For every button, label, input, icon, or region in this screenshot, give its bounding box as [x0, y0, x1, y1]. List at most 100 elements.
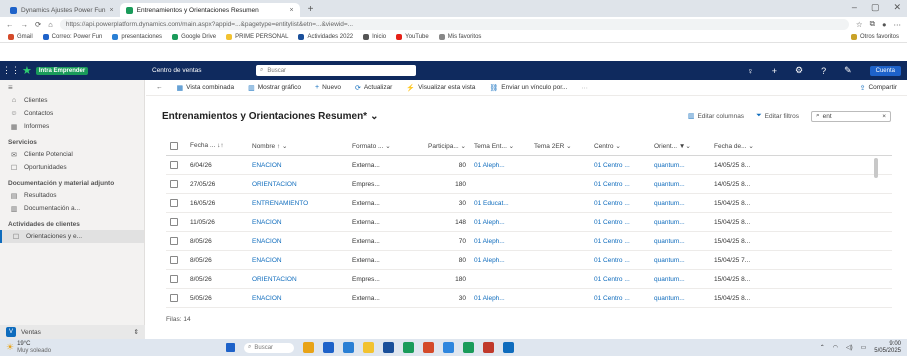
table-cell-link[interactable]: quantum...	[650, 162, 710, 169]
home-icon[interactable]: ⌂	[48, 20, 53, 29]
row-select-cell[interactable]	[166, 161, 186, 169]
table-cell-link[interactable]: ENACION	[248, 162, 348, 169]
row-select-cell[interactable]	[166, 218, 186, 226]
row-select-cell[interactable]	[166, 237, 186, 245]
sidebar-item-oportunidades[interactable]: ☐ Oportunidades	[0, 161, 144, 174]
row-checkbox[interactable]	[170, 275, 178, 283]
bookmark-item[interactable]: Mis favoritos	[438, 33, 481, 40]
table-cell-link[interactable]: quantum...	[650, 257, 710, 264]
bookmark-item[interactable]: PRIME PERSONAL	[226, 33, 288, 40]
grid-scrollbar[interactable]	[874, 158, 878, 178]
menu-dots-icon[interactable]: ⋯	[894, 20, 902, 29]
more-commands-icon[interactable]: ⋯	[581, 84, 588, 92]
area-switcher[interactable]: V Ventas ⇕	[0, 325, 145, 339]
windows-start-icon[interactable]	[226, 343, 235, 352]
table-cell-link[interactable]: quantum...	[650, 200, 710, 207]
bookmark-item[interactable]: Google Drive	[172, 33, 216, 40]
url-field[interactable]: https://api.powerplatform.dynamics.com/m…	[59, 18, 849, 30]
row-checkbox[interactable]	[170, 161, 178, 169]
favorite-star-icon[interactable]: ☆	[856, 20, 863, 29]
table-cell-link[interactable]: quantum...	[650, 238, 710, 245]
profile-icon[interactable]: ●	[882, 20, 887, 29]
column-header[interactable]: Fecha ... ↓↑	[186, 142, 248, 149]
browser-tab-active[interactable]: Entrenamientos y Orientaciones Resumen ×	[119, 3, 300, 17]
table-row[interactable]: 11/05/26 ENACION Externa... 148 01 Aleph... 0…	[166, 213, 892, 232]
column-header[interactable]: Orient... ▼⌄	[650, 142, 710, 150]
table-cell-link[interactable]: ORIENTACION	[248, 181, 348, 188]
new-icon[interactable]: +	[772, 66, 777, 76]
user-account-button[interactable]: Cuenta	[869, 65, 901, 76]
pinned-app-icon[interactable]	[363, 342, 374, 353]
row-checkbox[interactable]	[170, 199, 178, 207]
pinned-app-icon[interactable]	[483, 342, 494, 353]
pinned-app-icon[interactable]	[443, 342, 454, 353]
table-row[interactable]: 8/05/26 ENACION Externa... 70 01 Aleph... 01 …	[166, 232, 892, 251]
row-checkbox[interactable]	[170, 256, 178, 264]
table-row[interactable]: 16/05/26 ENTRENAMIENTO Externa... 30 01 Educ…	[166, 194, 892, 213]
cmd-nuevo[interactable]: + Nuevo	[315, 84, 341, 91]
select-all-cell[interactable]	[166, 141, 186, 150]
table-cell-link[interactable]: ORIENTACION	[248, 276, 348, 283]
bookmark-item[interactable]: Inicio	[363, 33, 386, 40]
pinned-app-icon[interactable]	[323, 342, 334, 353]
browser-tab[interactable]: Dynamics Ajustes Power Fun ×	[4, 3, 120, 17]
sidebar-item-clientes[interactable]: ⌂ Clientes	[0, 94, 144, 107]
volume-icon[interactable]: ◁)	[846, 344, 853, 351]
table-cell-link[interactable]: 01 Centro ...	[590, 219, 650, 226]
chevron-up-icon[interactable]: ⌃	[820, 344, 825, 351]
pinned-app-icon[interactable]	[503, 342, 514, 353]
cmd-actualizar[interactable]: ⟳ Actualizar	[355, 84, 392, 92]
edit-columns-button[interactable]: ▥ Editar columnas	[688, 112, 744, 121]
sidebar-item-cliente-potencial[interactable]: ✉ Cliente Potencial	[0, 148, 144, 161]
row-select-cell[interactable]	[166, 199, 186, 207]
table-row[interactable]: 8/05/26 ORIENTACION Empres... 180 01 Centro …	[166, 270, 892, 289]
row-select-cell[interactable]	[166, 180, 186, 188]
table-cell-link[interactable]: 01 Centro ...	[590, 200, 650, 207]
row-checkbox[interactable]	[170, 237, 178, 245]
table-cell-link[interactable]: 01 Aleph...	[470, 257, 530, 264]
reload-icon[interactable]: ⟳	[35, 20, 41, 29]
table-cell-link[interactable]: quantum...	[650, 181, 710, 188]
sidebar-item-documentacion[interactable]: ▥ Documentación a...	[0, 202, 144, 215]
help-icon[interactable]: ?	[821, 66, 826, 76]
table-row[interactable]: 27/05/26 ORIENTACION Empres... 180 01 Centro…	[166, 175, 892, 194]
app-logo[interactable]: ★ Intra Emprender	[22, 64, 146, 77]
row-select-cell[interactable]	[166, 294, 186, 302]
pinned-app-icon[interactable]	[303, 342, 314, 353]
column-header[interactable]: Centro ⌄	[590, 142, 650, 150]
table-cell-link[interactable]: 01 Centro ...	[590, 295, 650, 302]
table-cell-link[interactable]: ENACION	[248, 219, 348, 226]
pinned-app-icon[interactable]	[383, 342, 394, 353]
weather-widget[interactable]: ☀ 19°C Muy soleado	[6, 341, 206, 355]
pinned-app-icon[interactable]	[343, 342, 354, 353]
lightbulb-icon[interactable]: ♀	[747, 66, 754, 76]
bookmark-item[interactable]: Actividades 2022	[298, 33, 353, 40]
column-header[interactable]: Formato ... ⌄	[348, 142, 410, 150]
row-checkbox[interactable]	[170, 180, 178, 188]
sidebar-item-informes[interactable]: ▦ Informes	[0, 120, 144, 133]
clock[interactable]: 9:00 5/05/2025	[874, 341, 901, 355]
table-cell-link[interactable]: 01 Centro ...	[590, 181, 650, 188]
global-search[interactable]: ⌕ Buscar	[256, 65, 416, 76]
pinned-app-icon[interactable]	[403, 342, 414, 353]
view-selector[interactable]: Entrenamientos y Orientaciones Resumen* …	[162, 111, 378, 122]
cmd-compartir[interactable]: ⇪ Compartir	[860, 84, 897, 92]
battery-icon[interactable]: ▭	[861, 344, 867, 351]
column-header[interactable]: Tema 2ER ⌄	[530, 142, 590, 150]
table-cell-link[interactable]: ENACION	[248, 238, 348, 245]
back-icon[interactable]: ←	[6, 20, 14, 29]
bookmark-item[interactable]: presentaciones	[112, 33, 162, 40]
column-header[interactable]: Participa... ⌄	[410, 142, 470, 150]
minimize-icon[interactable]: –	[852, 2, 857, 13]
table-cell-link[interactable]: quantum...	[650, 295, 710, 302]
select-all-checkbox[interactable]	[170, 141, 178, 150]
forward-icon[interactable]: →	[21, 20, 29, 29]
taskbar-search[interactable]: ⌕ Buscar	[244, 342, 294, 353]
table-cell-link[interactable]: ENTRENAMIENTO	[248, 200, 348, 207]
table-cell-link[interactable]: 01 Centro ...	[590, 162, 650, 169]
settings-icon[interactable]: ⚙	[795, 65, 803, 76]
column-header[interactable]: Tema Ent... ⌄	[470, 142, 530, 150]
column-header[interactable]: Fecha de... ⌄	[710, 142, 780, 150]
row-select-cell[interactable]	[166, 256, 186, 264]
cmd-mostrar-grafico[interactable]: ▥ Mostrar gráfico	[248, 84, 301, 92]
